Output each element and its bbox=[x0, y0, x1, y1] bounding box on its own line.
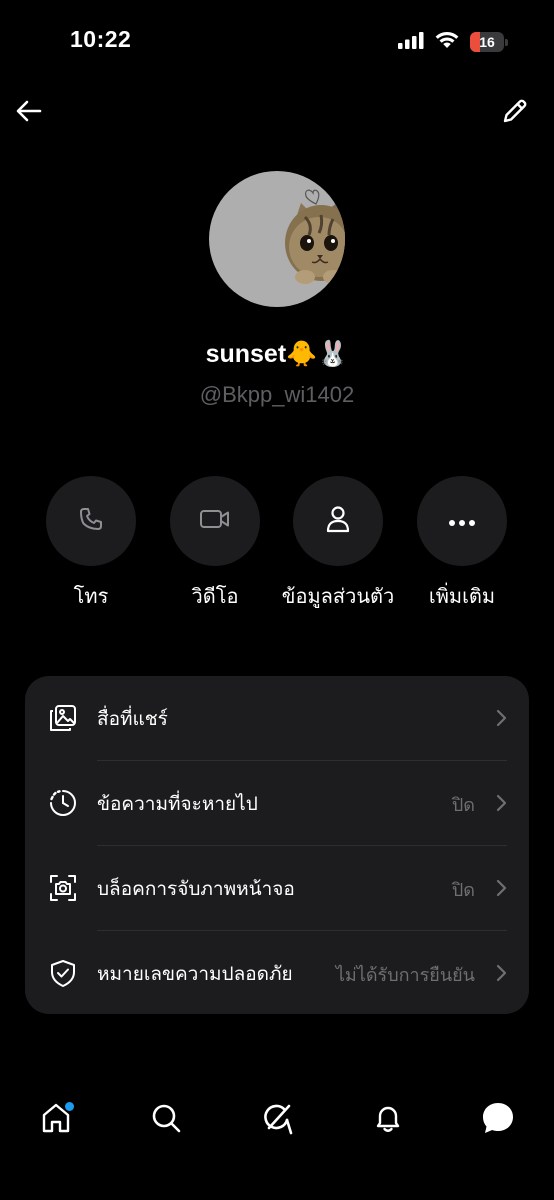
video-button-circle[interactable] bbox=[170, 476, 260, 566]
battery-level: 16 bbox=[479, 34, 495, 50]
pencil-icon bbox=[501, 97, 529, 129]
safety-number-row[interactable]: หมายเลขความปลอดภัย ไม่ได้รับการยืนยัน bbox=[25, 931, 529, 1015]
block-screenshots-row[interactable]: บล็อคการจับภาพหน้าจอ ปิด bbox=[25, 846, 529, 930]
chevron-right-icon bbox=[493, 793, 509, 813]
grok-icon bbox=[260, 1101, 294, 1139]
notification-dot bbox=[65, 1102, 74, 1111]
tab-grok[interactable] bbox=[257, 1100, 297, 1140]
video-button[interactable]: วิดีโอ bbox=[150, 476, 280, 612]
more-button-circle[interactable] bbox=[417, 476, 507, 566]
profile-info-button[interactable]: ข้อมูลส่วนตัว bbox=[273, 476, 403, 612]
shared-media-row[interactable]: สื่อที่แชร์ bbox=[25, 676, 529, 760]
bottom-tab-bar bbox=[0, 1090, 554, 1146]
shared-media-label: สื่อที่แชร์ bbox=[97, 708, 168, 730]
chevron-right-icon bbox=[493, 878, 509, 898]
screenshot-icon bbox=[47, 872, 79, 904]
timer-icon bbox=[47, 787, 79, 819]
call-button[interactable]: โทร bbox=[26, 476, 156, 612]
more-label: เพิ่มเติม bbox=[428, 584, 496, 608]
profile-info-label: ข้อมูลส่วนตัว bbox=[281, 584, 395, 608]
search-icon bbox=[149, 1101, 183, 1139]
block-screenshots-value: ปิด bbox=[451, 880, 475, 901]
tab-home[interactable] bbox=[36, 1100, 76, 1140]
edit-button[interactable] bbox=[498, 96, 532, 130]
call-label: โทร bbox=[73, 584, 109, 608]
back-button[interactable] bbox=[12, 96, 46, 130]
tab-search[interactable] bbox=[146, 1100, 186, 1140]
disappearing-messages-label: ข้อความที่จะหายไป bbox=[97, 793, 258, 815]
arrow-left-icon bbox=[15, 99, 43, 127]
status-time: 10:22 bbox=[70, 26, 132, 52]
username: @Bkpp_wi1402 bbox=[199, 382, 355, 407]
display-name: sunset🐥🐰 bbox=[205, 340, 349, 368]
chevron-right-icon bbox=[493, 708, 509, 728]
more-button[interactable]: เพิ่มเติม bbox=[397, 476, 527, 612]
video-label: วิดีโอ bbox=[191, 584, 239, 608]
media-icon bbox=[47, 702, 79, 734]
wifi-icon bbox=[434, 30, 460, 54]
cat-avatar-image bbox=[285, 189, 345, 284]
bell-icon bbox=[371, 1101, 405, 1139]
safety-number-label: หมายเลขความปลอดภัย bbox=[97, 963, 293, 985]
profile-info-button-circle[interactable] bbox=[293, 476, 383, 566]
chat-bubble-icon bbox=[480, 1100, 516, 1140]
battery-indicator: 16 bbox=[470, 32, 508, 52]
status-icons: 16 bbox=[398, 30, 508, 54]
profile-avatar[interactable] bbox=[209, 171, 345, 307]
disappearing-messages-value: ปิด bbox=[451, 795, 475, 816]
safety-number-value: ไม่ได้รับการยืนยัน bbox=[335, 965, 475, 986]
tab-notifications[interactable] bbox=[368, 1100, 408, 1140]
block-screenshots-label: บล็อคการจับภาพหน้าจอ bbox=[97, 878, 295, 900]
phone-icon bbox=[78, 506, 104, 536]
chevron-right-icon bbox=[493, 963, 509, 983]
conversation-settings-card: สื่อที่แชร์ ข้อความที่จะหายไป ปิด บล็อคก… bbox=[25, 676, 529, 1014]
call-button-circle[interactable] bbox=[46, 476, 136, 566]
status-bar: 10:22 16 bbox=[0, 0, 554, 80]
shield-icon bbox=[47, 957, 79, 989]
person-icon bbox=[325, 505, 351, 537]
more-icon bbox=[448, 512, 476, 531]
cellular-signal-icon bbox=[398, 31, 424, 53]
disappearing-messages-row[interactable]: ข้อความที่จะหายไป ปิด bbox=[25, 761, 529, 845]
tab-messages[interactable] bbox=[478, 1100, 518, 1140]
video-icon bbox=[199, 507, 231, 535]
